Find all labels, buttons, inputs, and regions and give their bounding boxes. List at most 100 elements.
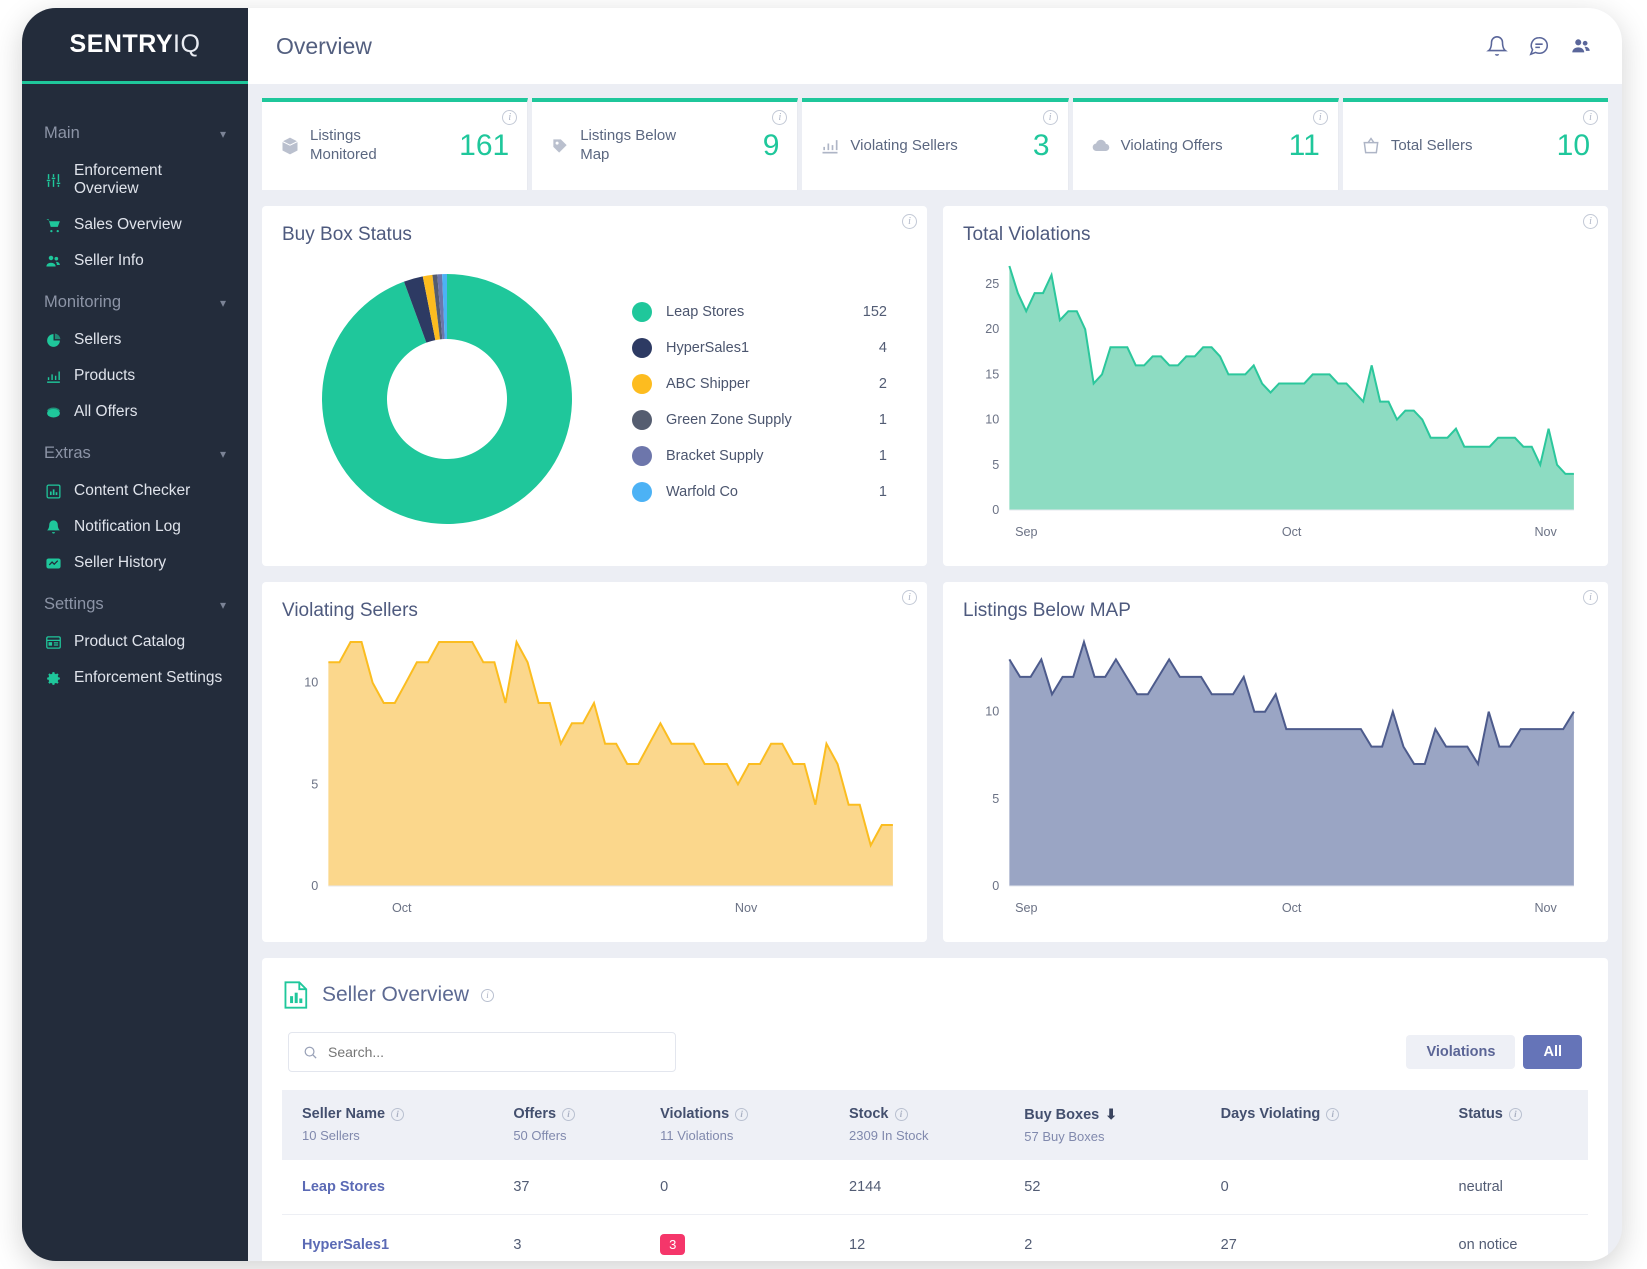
cell-violations: 0 <box>640 1160 830 1215</box>
sidebar-item-content-checker[interactable]: Content Checker <box>22 473 248 509</box>
kpi-card-violating-sellers[interactable]: i Violating Sellers 3 <box>802 98 1069 190</box>
kpi-card-listings-monitored[interactable]: i Listings Monitored 161 <box>262 98 529 190</box>
legend-color-swatch <box>632 338 652 358</box>
cell-offers: 3 <box>493 1214 641 1261</box>
search-box[interactable] <box>288 1032 676 1072</box>
kpi-card-total-sellers[interactable]: i Total Sellers 10 <box>1342 98 1609 190</box>
column-label: Seller Name i <box>302 1106 483 1122</box>
svg-text:0: 0 <box>311 879 318 893</box>
sidebar-group-settings[interactable]: Settings ▾ <box>22 581 248 624</box>
sidebar-item-label: Enforcement Overview <box>74 162 162 197</box>
cell-seller-name[interactable]: HyperSales1 <box>282 1214 494 1261</box>
kpi-value: 10 <box>1556 129 1591 162</box>
info-icon[interactable]: i <box>502 110 518 125</box>
sidebar-item-sales-overview[interactable]: Sales Overview <box>22 207 248 243</box>
info-icon[interactable]: i <box>562 1107 576 1121</box>
info-icon[interactable]: i <box>481 988 495 1002</box>
area-chart-svg: 0 5 10 Oct Nov <box>304 639 893 915</box>
cell-days-violating: 27 <box>1200 1214 1439 1261</box>
info-icon[interactable]: i <box>1042 110 1058 125</box>
info-icon[interactable]: i <box>735 1107 749 1121</box>
bell-icon[interactable] <box>1486 35 1508 57</box>
topbar: Overview <box>248 8 1622 84</box>
sidebar-item-sellers[interactable]: Sellers <box>22 322 248 358</box>
sidebar-group-extras[interactable]: Extras ▾ <box>22 430 248 473</box>
chat-icon[interactable] <box>1528 35 1550 57</box>
info-icon[interactable]: i <box>902 214 917 229</box>
svg-text:Nov: Nov <box>1534 525 1557 539</box>
info-icon[interactable]: i <box>1583 590 1598 605</box>
legend-item[interactable]: Green Zone Supply 1 <box>632 402 887 438</box>
column-subtext: 50 Offers <box>513 1128 567 1143</box>
kpi-card-violating-offers[interactable]: i Violating Offers 11 <box>1072 98 1339 190</box>
column-header-stock[interactable]: Stock i 2309 In Stock <box>829 1090 1004 1160</box>
legend-item[interactable]: Bracket Supply 1 <box>632 438 887 474</box>
sidebar-item-all-offers[interactable]: All Offers <box>22 394 248 430</box>
column-label: Days Violating i <box>1221 1106 1429 1122</box>
svg-text:Oct: Oct <box>392 901 412 915</box>
svg-text:0: 0 <box>992 879 999 893</box>
sidebar-item-seller-history[interactable]: Seller History <box>22 545 248 581</box>
svg-text:0: 0 <box>992 503 999 517</box>
sidebar-item-products[interactable]: Products <box>22 358 248 394</box>
column-header-seller-name[interactable]: Seller Name i 10 Sellers <box>282 1090 493 1160</box>
sidebar-item-product-catalog[interactable]: Product Catalog <box>22 624 248 660</box>
sidebar-group-label: Extras <box>44 444 91 462</box>
sidebar-item-notification-log[interactable]: Notification Log <box>22 509 248 545</box>
content: i Listings Monitored 161 i Listings Below Ma… <box>248 84 1622 1261</box>
info-icon[interactable]: i <box>1312 110 1328 125</box>
info-icon[interactable]: i <box>1583 110 1599 125</box>
column-header-status[interactable]: Status i <box>1439 1090 1588 1160</box>
sidebar-item-enforcement-overview[interactable]: Enforcement Overview <box>22 153 248 207</box>
kpi-label: Total Sellers <box>1390 136 1473 154</box>
legend-item[interactable]: ABC Shipper 2 <box>632 366 887 402</box>
chevron-down-icon: ▾ <box>219 446 226 461</box>
column-header-days-violating[interactable]: Days Violating i <box>1201 1090 1439 1160</box>
buy-box-donut-chart <box>282 257 612 547</box>
info-icon[interactable]: i <box>902 590 917 605</box>
basket-icon <box>1361 136 1381 156</box>
info-icon[interactable]: i <box>391 1107 405 1121</box>
legend-item[interactable]: Leap Stores 152 <box>632 294 887 330</box>
cell-seller-name[interactable]: Leap Stores <box>282 1160 494 1215</box>
svg-text:Nov: Nov <box>1534 901 1557 915</box>
sidebar-item-seller-info[interactable]: Seller Info <box>22 243 248 279</box>
column-header-buy-boxes[interactable]: Buy Boxes ⬇ 57 Buy Boxes <box>1004 1090 1200 1160</box>
filter-violations-button[interactable]: Violations <box>1406 1035 1516 1069</box>
kpi-value: 3 <box>1032 129 1050 162</box>
sort-descending-icon: ⬇ <box>1105 1106 1117 1122</box>
info-icon[interactable]: i <box>772 110 788 125</box>
column-header-offers[interactable]: Offers i 50 Offers <box>493 1090 640 1160</box>
sidebar-group-label: Main <box>44 124 80 142</box>
legend-item[interactable]: Warfold Co 1 <box>632 474 887 510</box>
kpi-label: Violating Sellers <box>850 136 958 154</box>
info-icon[interactable]: i <box>1508 1107 1522 1121</box>
sidebar-group-monitoring[interactable]: Monitoring ▾ <box>22 279 248 322</box>
card-title: Listings Below MAP <box>963 600 1131 621</box>
kpi-card-listings-below-map[interactable]: i Listings Below Map 9 <box>532 98 799 190</box>
column-label: Offers i <box>513 1106 630 1122</box>
legend-color-swatch <box>632 446 652 466</box>
info-icon[interactable]: i <box>1326 1107 1340 1121</box>
topbar-icons <box>1486 35 1592 57</box>
search-input[interactable] <box>328 1044 661 1060</box>
legend-value: 1 <box>878 484 887 500</box>
avatar-icon[interactable] <box>1570 35 1592 57</box>
info-icon[interactable]: i <box>894 1107 908 1121</box>
sidebar-item-enforcement-settings[interactable]: Enforcement Settings <box>22 660 248 696</box>
info-icon[interactable]: i <box>1583 214 1598 229</box>
listings-below-map-card: i Listings Below MAP 0 5 10 Sep Oct Nov <box>943 582 1608 942</box>
filter-all-button[interactable]: All <box>1523 1035 1582 1069</box>
table-row[interactable]: Leap Stores 37 0 2144 52 0 neutral <box>282 1160 1588 1215</box>
users-icon <box>44 252 62 270</box>
sidebar-item-label: Content Checker <box>74 482 191 499</box>
violating-sellers-chart: 0 5 10 Oct Nov <box>282 628 907 928</box>
legend-item[interactable]: HyperSales1 4 <box>632 330 887 366</box>
svg-text:15: 15 <box>985 367 999 381</box>
sidebar-group-main[interactable]: Main ▾ <box>22 110 248 153</box>
legend-value: 1 <box>878 412 887 428</box>
column-label: Buy Boxes ⬇ <box>1024 1106 1117 1123</box>
table-row[interactable]: HyperSales1 3 3 12 2 27 on notice <box>282 1214 1588 1261</box>
column-header-violations[interactable]: Violations i 11 Violations <box>640 1090 829 1160</box>
brand-logo[interactable]: SENTRY IQ <box>22 8 248 84</box>
